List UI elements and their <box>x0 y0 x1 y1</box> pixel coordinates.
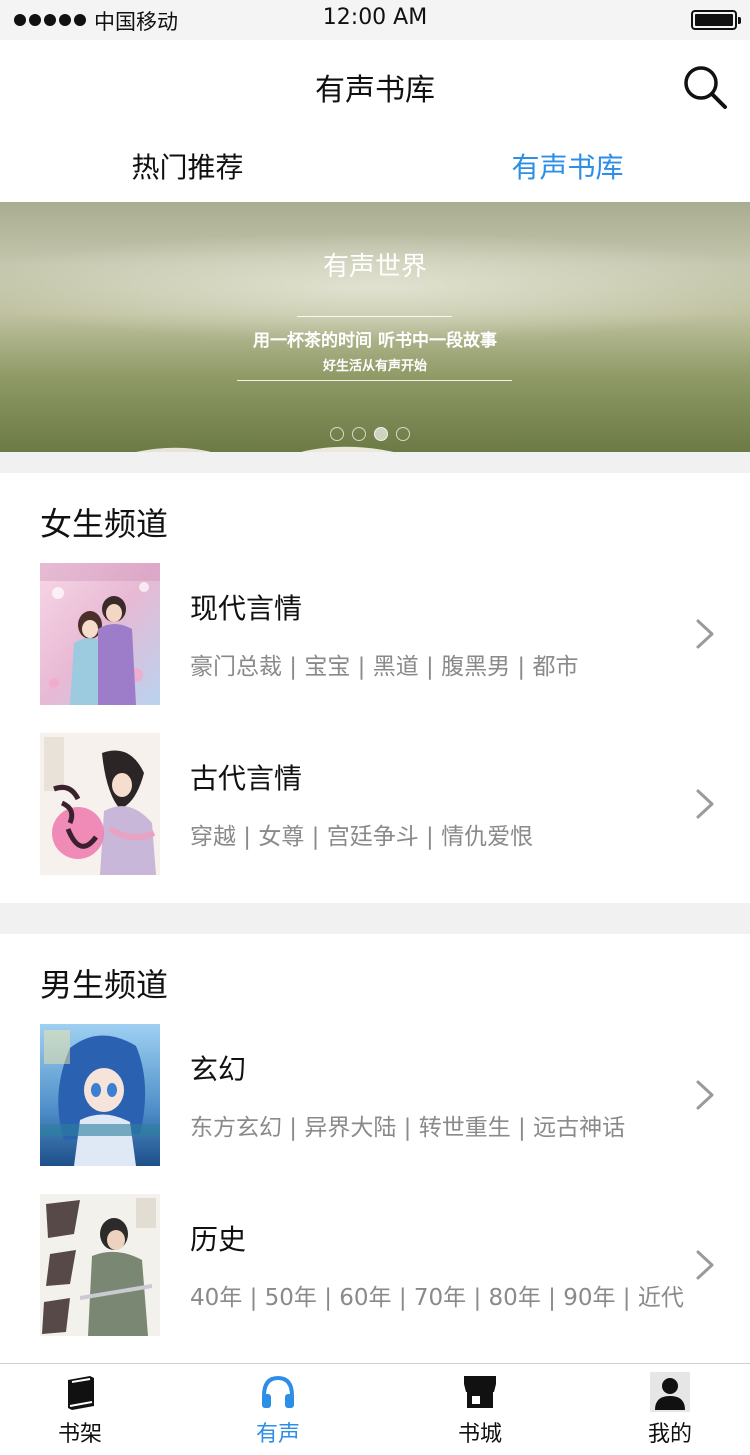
carousel-dots <box>330 427 410 441</box>
chevron-right-icon <box>696 1080 714 1110</box>
book-cover <box>40 1194 160 1336</box>
tab-hot-recommend[interactable]: 热门推荐 <box>0 146 375 186</box>
tabbar-item-bookstore[interactable]: 书城 <box>420 1364 540 1455</box>
section-title: 男生频道 <box>40 966 169 1004</box>
male-channel-section: 男生频道 玄幻 东方玄幻 | 异界大陆 | 转世重生 | 远古神话 历史 40年… <box>0 934 750 1363</box>
tabbar-item-mine[interactable]: 我的 <box>610 1364 730 1455</box>
tabbar-label: 我的 <box>647 1422 692 1447</box>
tabbar-label: 书架 <box>57 1422 102 1447</box>
headphones-icon <box>262 1375 294 1408</box>
carousel-dot[interactable] <box>396 427 410 441</box>
chevron-right-icon <box>696 619 714 649</box>
tabbar-item-audio[interactable]: 有声 <box>218 1364 338 1455</box>
bottom-tab-bar: 书架 有声 书城 我的 <box>0 1363 750 1455</box>
book-cover <box>40 563 160 705</box>
banner-title: 有声世界 <box>322 252 427 282</box>
search-button[interactable] <box>680 62 730 112</box>
category-row-history[interactable]: 历史 40年 | 50年 | 60年 | 70年 | 80年 | 90年 | 近… <box>0 1194 750 1336</box>
carousel-dot[interactable] <box>330 427 344 441</box>
female-channel-section: 女生频道 现代言情 豪门总裁 | 宝宝 | 黑道 | 腹黑男 | 都市 古代言情… <box>0 473 750 903</box>
banner-subtitle: 用一杯茶的时间 听书中一段故事 <box>253 331 497 351</box>
chevron-right-icon <box>696 1250 714 1280</box>
status-bar: 中国移动 12:00 AM <box>0 0 750 40</box>
chevron-right-icon <box>696 789 714 819</box>
category-title: 玄幻 <box>190 1053 247 1086</box>
banner-tagline: 好生活从有声开始 <box>322 359 427 374</box>
category-tags: 豪门总裁 | 宝宝 | 黑道 | 腹黑男 | 都市 <box>190 654 579 680</box>
tabbar-label: 书城 <box>457 1422 502 1447</box>
book-icon <box>68 1376 94 1410</box>
tabbar-label: 有声 <box>255 1422 300 1447</box>
section-gap <box>0 903 750 934</box>
carousel-dot[interactable] <box>352 427 366 441</box>
category-row-modern-romance[interactable]: 现代言情 豪门总裁 | 宝宝 | 黑道 | 腹黑男 | 都市 <box>0 563 750 705</box>
category-title: 古代言情 <box>190 762 303 795</box>
banner-divider <box>237 380 512 381</box>
nav-bar: 有声书库 <box>0 40 750 130</box>
category-tags: 穿越 | 女尊 | 宫廷争斗 | 情仇爱恨 <box>190 824 534 850</box>
category-row-fantasy[interactable]: 玄幻 东方玄幻 | 异界大陆 | 转世重生 | 远古神话 <box>0 1024 750 1166</box>
promo-banner[interactable]: 有声世界 用一杯茶的时间 听书中一段故事 好生活从有声开始 <box>0 202 750 452</box>
tabbar-item-bookshelf[interactable]: 书架 <box>20 1364 140 1455</box>
section-title: 女生频道 <box>40 505 169 543</box>
carousel-dot-active[interactable] <box>374 427 388 441</box>
category-tags: 40年 | 50年 | 60年 | 70年 | 80年 | 90年 | 近代 <box>190 1285 684 1311</box>
category-tags: 东方玄幻 | 异界大陆 | 转世重生 | 远古神话 <box>190 1115 626 1141</box>
segment-tabs: 热门推荐 有声书库 <box>0 130 750 202</box>
category-title: 现代言情 <box>190 592 303 625</box>
category-row-ancient-romance[interactable]: 古代言情 穿越 | 女尊 | 宫廷争斗 | 情仇爱恨 <box>0 733 750 875</box>
status-time: 12:00 AM <box>322 5 428 30</box>
store-icon <box>464 1376 496 1408</box>
search-icon <box>684 66 727 109</box>
book-cover <box>40 733 160 875</box>
banner-divider <box>297 316 452 317</box>
user-icon <box>650 1372 690 1412</box>
book-cover <box>40 1024 160 1166</box>
page-title: 有声书库 <box>315 73 435 108</box>
category-title: 历史 <box>190 1223 247 1256</box>
tab-audio-library[interactable]: 有声书库 <box>380 146 750 186</box>
battery-icon <box>691 10 741 30</box>
section-gap <box>0 452 750 473</box>
